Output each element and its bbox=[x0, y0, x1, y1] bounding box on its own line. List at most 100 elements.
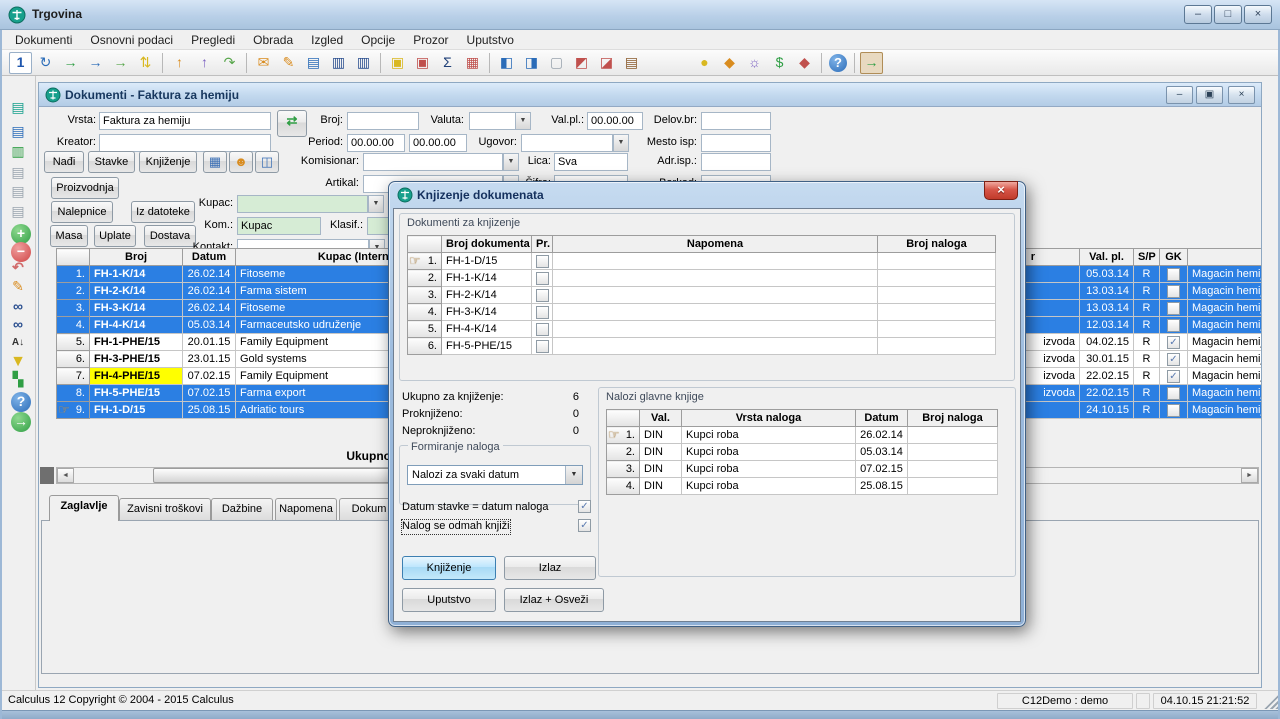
price-list-icon[interactable]: $ bbox=[768, 52, 791, 74]
import-file-icon[interactable]: ↑ bbox=[168, 52, 191, 74]
minimize-button[interactable]: – bbox=[1184, 5, 1212, 24]
gk-checkbox[interactable] bbox=[1167, 387, 1180, 400]
help-icon[interactable]: ? bbox=[11, 392, 31, 412]
pr-checkbox[interactable] bbox=[536, 272, 549, 285]
menu-osnovni-podaci[interactable]: Osnovni podaci bbox=[81, 31, 182, 49]
tab-dazbine[interactable]: Dažbine bbox=[211, 498, 273, 520]
print-direct-icon[interactable]: ▤ bbox=[8, 182, 28, 202]
print-icon[interactable]: ▤ bbox=[8, 163, 28, 183]
menu-opcije[interactable]: Opcije bbox=[352, 31, 404, 49]
gk-checkbox[interactable] bbox=[1167, 302, 1180, 315]
edit-document-icon[interactable]: ✎ bbox=[277, 52, 300, 74]
dialog-document-row[interactable]: 6. FH-5-PHE/15 bbox=[408, 338, 996, 355]
gk-checkbox[interactable] bbox=[1167, 285, 1180, 298]
uplate-button[interactable]: Uplate bbox=[94, 225, 136, 247]
row-number[interactable]: ☞1. bbox=[607, 427, 640, 444]
documents-window-titlebar[interactable]: Dokumenti - Faktura za hemiju – ▣ × bbox=[39, 83, 1261, 107]
tag-icon[interactable]: ◆ bbox=[718, 52, 741, 74]
child-close-button[interactable]: × bbox=[1228, 86, 1255, 104]
notebook-icon[interactable]: ▤ bbox=[620, 52, 643, 74]
find-next-icon[interactable]: ∞ bbox=[8, 315, 28, 335]
formiranje-dropdown-icon[interactable]: ▼ bbox=[565, 466, 582, 484]
row-number[interactable]: 3. bbox=[607, 461, 640, 478]
tab-napomena[interactable]: Napomena bbox=[275, 498, 337, 520]
filter-icon[interactable]: ▼ bbox=[8, 352, 28, 372]
save-archive-icon[interactable]: ▥ bbox=[8, 142, 28, 162]
redo-icon[interactable]: ↷ bbox=[218, 52, 241, 74]
gk-checkbox[interactable] bbox=[1167, 268, 1180, 281]
col-gk[interactable]: GK bbox=[1160, 249, 1188, 266]
delovbr-input[interactable] bbox=[701, 112, 771, 130]
menu-uputstvo[interactable]: Uputstvo bbox=[458, 31, 523, 49]
nadi-button[interactable]: Nađi bbox=[44, 151, 84, 173]
kreator-input[interactable] bbox=[99, 134, 271, 152]
menu-obrada[interactable]: Obrada bbox=[244, 31, 302, 49]
gk-checkbox[interactable] bbox=[1167, 404, 1180, 417]
iz-datoteke-button[interactable]: Iz datoteke bbox=[131, 201, 195, 223]
row-number[interactable]: 4. bbox=[607, 478, 640, 495]
dialog-uputstvo-button[interactable]: Uputstvo bbox=[402, 588, 496, 612]
dialog-document-row[interactable]: 5. FH-4-K/14 bbox=[408, 321, 996, 338]
send-blue-icon[interactable]: → bbox=[84, 52, 107, 74]
calculator-icon[interactable]: ▦ bbox=[461, 52, 484, 74]
row-number[interactable]: 2. bbox=[607, 444, 640, 461]
broj-input[interactable] bbox=[347, 112, 419, 130]
row-number[interactable]: 6. bbox=[57, 351, 90, 368]
formiranje-combobox[interactable]: Nalozi za svaki datum ▼ bbox=[407, 465, 583, 485]
copy-remove-icon[interactable]: ▣ bbox=[411, 52, 434, 74]
nalog-row[interactable]: 3. DIN Kupci roba 07.02.15 bbox=[607, 461, 998, 478]
nalog-row[interactable]: 4. DIN Kupci roba 25.08.15 bbox=[607, 478, 998, 495]
row-number[interactable]: 7. bbox=[57, 368, 90, 385]
person-info-button[interactable]: ☻ bbox=[229, 151, 253, 173]
row-number[interactable]: 4. bbox=[408, 304, 442, 321]
close-button[interactable]: × bbox=[1244, 5, 1272, 24]
valuta-dropdown-icon[interactable]: ▼ bbox=[515, 112, 531, 130]
import-file-blue-icon[interactable]: ↑ bbox=[193, 52, 216, 74]
refresh-icon[interactable]: ↻ bbox=[34, 52, 57, 74]
ugovor-input[interactable] bbox=[521, 134, 613, 152]
help-icon[interactable]: ? bbox=[829, 54, 847, 72]
send-green-icon[interactable]: → bbox=[109, 52, 132, 74]
pr-checkbox[interactable] bbox=[536, 306, 549, 319]
child-restore-button[interactable]: ▣ bbox=[1196, 86, 1223, 104]
row-number[interactable]: 4. bbox=[57, 317, 90, 334]
exit-icon[interactable]: → bbox=[860, 52, 883, 74]
save-book-alt-icon[interactable]: ▥ bbox=[352, 52, 375, 74]
row-number[interactable]: 5. bbox=[408, 321, 442, 338]
row-number[interactable]: 6. bbox=[408, 338, 442, 355]
save-icon[interactable]: ▤ bbox=[8, 98, 28, 118]
mail-icon[interactable]: ✉ bbox=[252, 52, 275, 74]
tab-zaglavlje[interactable]: Zaglavlje bbox=[49, 495, 119, 521]
child-minimize-button[interactable]: – bbox=[1166, 86, 1193, 104]
proizvodnja-button[interactable]: Proizvodnja bbox=[51, 177, 119, 199]
ugovor-dropdown-icon[interactable]: ▼ bbox=[613, 134, 629, 152]
print-cancel-icon[interactable]: ▤ bbox=[8, 202, 28, 222]
row-number[interactable]: 5. bbox=[57, 334, 90, 351]
menu-pregledi[interactable]: Pregledi bbox=[182, 31, 244, 49]
dialog-document-row-current[interactable]: ☞1. FH-1-D/15 bbox=[408, 253, 996, 270]
knjizenje-button[interactable]: Knjiženje bbox=[139, 151, 197, 173]
splitter-handle[interactable] bbox=[40, 467, 54, 484]
kupac-input[interactable] bbox=[237, 195, 368, 213]
col-vrsta-naloga[interactable]: Vrsta naloga bbox=[682, 410, 856, 427]
col-valpl[interactable]: Val. pl. bbox=[1080, 249, 1134, 266]
kupac-dropdown-icon[interactable]: ▼ bbox=[368, 195, 384, 213]
new-document-icon[interactable]: 1 bbox=[9, 52, 32, 74]
col-broj[interactable]: Broj bbox=[90, 249, 183, 266]
pr-checkbox[interactable] bbox=[536, 289, 549, 302]
col-broj-naloga[interactable]: Broj naloga bbox=[908, 410, 998, 427]
dialog-document-row[interactable]: 2. FH-1-K/14 bbox=[408, 270, 996, 287]
nalepnice-button[interactable]: Nalepnice bbox=[51, 201, 113, 223]
menu-dokumenti[interactable]: Dokumenti bbox=[6, 31, 81, 49]
komisionar-dropdown-icon[interactable]: ▼ bbox=[503, 153, 519, 171]
adrisp-input[interactable] bbox=[701, 153, 771, 171]
row-number[interactable]: 2. bbox=[408, 270, 442, 287]
col-sp[interactable]: S/P bbox=[1134, 249, 1160, 266]
vrsta-input[interactable] bbox=[99, 112, 271, 130]
lica-input[interactable] bbox=[554, 153, 628, 171]
kom-input[interactable] bbox=[237, 217, 321, 235]
tab-zavisni-troskovi[interactable]: Zavisni troškovi bbox=[119, 498, 211, 520]
maximize-button[interactable]: □ bbox=[1214, 5, 1242, 24]
valpl-input[interactable] bbox=[587, 112, 643, 130]
row-number[interactable]: ☞1. bbox=[408, 253, 442, 270]
